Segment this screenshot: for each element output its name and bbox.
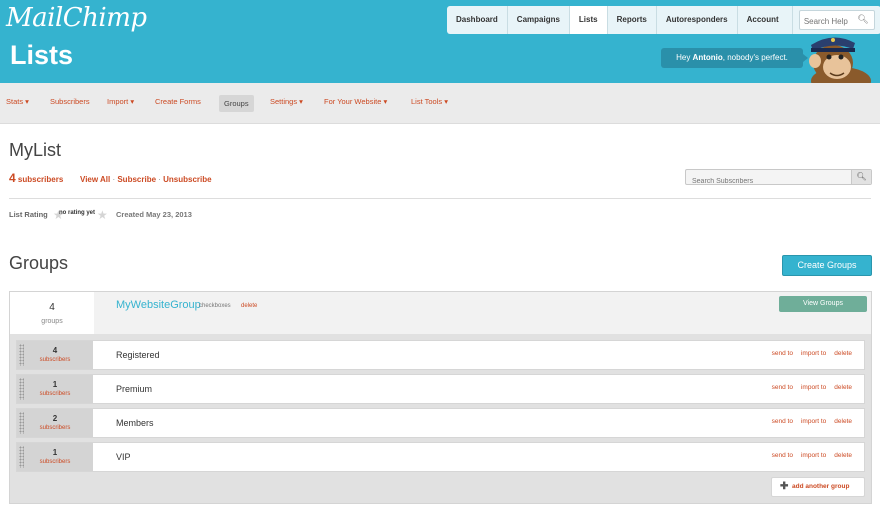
- subscriber-count-number: 4: [9, 171, 16, 185]
- group-header: 4 groups MyWebsiteGroup checkboxes delet…: [10, 292, 871, 334]
- row-actions: send to import to delete: [764, 350, 852, 357]
- row-name[interactable]: Registered: [116, 350, 160, 360]
- top-header: MailChimp Dashboard Campaigns Lists Repo…: [0, 0, 880, 83]
- rating-value: no rating yet: [59, 210, 96, 216]
- row-count-box: 4 subscribers: [17, 341, 93, 369]
- nav-reports[interactable]: Reports: [608, 6, 657, 34]
- send-to-link[interactable]: send to: [772, 384, 793, 391]
- nav-lists[interactable]: Lists: [569, 6, 608, 34]
- subnav-subscribers[interactable]: Subscribers: [50, 97, 90, 106]
- divider: [9, 198, 871, 199]
- subscribe-link[interactable]: Subscribe: [117, 175, 156, 184]
- delete-link[interactable]: delete: [834, 350, 852, 357]
- greeting-bubble: Hey Antonio, nobody's perfect.: [661, 48, 808, 68]
- delete-link[interactable]: delete: [834, 452, 852, 459]
- view-groups-button[interactable]: View Groups: [779, 296, 867, 312]
- list-name: MyList: [9, 140, 62, 160]
- row-count: 4: [52, 346, 58, 355]
- nav-campaigns[interactable]: Campaigns: [508, 6, 570, 34]
- import-to-link[interactable]: import to: [801, 418, 826, 425]
- row-count: 1: [52, 448, 58, 457]
- page-title: Lists: [10, 40, 74, 70]
- main-nav: Dashboard Campaigns Lists Reports Autore…: [447, 6, 880, 34]
- group-row: 2 subscribers Members send to import to de…: [16, 408, 865, 438]
- import-to-link[interactable]: import to: [801, 384, 826, 391]
- subnav-stats[interactable]: Stats ▾: [6, 97, 29, 106]
- created-date: Created May 23, 2013: [116, 210, 192, 219]
- nav-dashboard[interactable]: Dashboard: [447, 6, 508, 34]
- help-search: 🔍︎: [798, 10, 875, 31]
- group-count-box: 4 groups: [10, 292, 94, 334]
- greeting-name: Antonio: [692, 53, 723, 62]
- import-to-link[interactable]: import to: [801, 452, 826, 459]
- row-count: 2: [52, 414, 58, 423]
- view-all-link[interactable]: View All: [80, 175, 110, 184]
- create-groups-button[interactable]: Create Groups: [782, 255, 872, 276]
- subscriber-search-input[interactable]: [686, 174, 846, 189]
- row-count-label[interactable]: subscribers: [17, 391, 93, 397]
- greeting-prefix: Hey: [676, 53, 693, 62]
- list-subnav: Stats ▾ Subscribers Import ▾ Create Form…: [0, 83, 880, 124]
- row-name[interactable]: VIP: [116, 452, 131, 462]
- group-name[interactable]: MyWebsiteGroup: [116, 299, 201, 311]
- plus-icon: ✚: [780, 481, 789, 492]
- subnav-groups[interactable]: Groups: [219, 95, 254, 112]
- send-to-link[interactable]: send to: [772, 452, 793, 459]
- subscriber-count[interactable]: 4 subscribers: [9, 171, 63, 185]
- group-row: 1 subscribers Premium send to import to de…: [16, 374, 865, 404]
- row-count-box: 1 subscribers: [17, 375, 93, 403]
- subscriber-search: 🔍︎: [685, 169, 872, 189]
- group-row: 4 subscribers Registered send to import t…: [16, 340, 865, 370]
- delete-link[interactable]: delete: [834, 418, 852, 425]
- chimp-mascot-icon: [809, 37, 871, 83]
- groups-heading: Groups: [9, 253, 69, 273]
- add-another-group-button[interactable]: ✚ add another group: [771, 477, 865, 497]
- unsubscribe-link[interactable]: Unsubscribe: [163, 175, 211, 184]
- row-count: 1: [52, 380, 58, 389]
- group-count: 4: [49, 302, 55, 313]
- star-icon: ★: [97, 208, 108, 222]
- row-count-label[interactable]: subscribers: [17, 357, 93, 363]
- search-icon[interactable]: 🔍︎: [851, 170, 871, 184]
- send-to-link[interactable]: send to: [772, 418, 793, 425]
- list-links: View All · Subscribe · Unsubscribe: [80, 175, 212, 184]
- group-panel: 4 groups MyWebsiteGroup checkboxes delet…: [9, 291, 872, 504]
- add-group-label: add another group: [792, 483, 850, 490]
- subnav-for-your-website[interactable]: For Your Website ▾: [324, 97, 387, 106]
- group-type: checkboxes: [199, 303, 231, 309]
- row-actions: send to import to delete: [764, 418, 852, 425]
- nav-account[interactable]: Account ▾: [738, 6, 793, 34]
- row-actions: send to import to delete: [764, 384, 852, 391]
- subnav-settings[interactable]: Settings ▾: [270, 97, 303, 106]
- group-delete-link[interactable]: delete: [241, 303, 257, 309]
- group-count-label: groups: [41, 318, 63, 325]
- row-count-label[interactable]: subscribers: [17, 425, 93, 431]
- subnav-import[interactable]: Import ▾: [107, 97, 134, 106]
- row-name[interactable]: Members: [116, 418, 154, 428]
- row-count-box: 1 subscribers: [17, 443, 93, 471]
- rating-stars: ★ ★ no rating yet: [53, 208, 109, 222]
- nav-autoresponders[interactable]: Autoresponders: [657, 6, 738, 34]
- row-name[interactable]: Premium: [116, 384, 152, 394]
- group-row: 1 subscribers VIP send to import to delete: [16, 442, 865, 472]
- row-count-box: 2 subscribers: [17, 409, 93, 437]
- subnav-list-tools[interactable]: List Tools ▾: [411, 97, 448, 106]
- greeting-suffix: , nobody's perfect.: [722, 53, 788, 62]
- row-actions: send to import to delete: [764, 452, 852, 459]
- delete-link[interactable]: delete: [834, 384, 852, 391]
- search-icon[interactable]: 🔍︎: [857, 14, 868, 25]
- subscriber-count-label: subscribers: [15, 175, 64, 184]
- list-rating-label: List Rating: [9, 210, 48, 219]
- import-to-link[interactable]: import to: [801, 350, 826, 357]
- subnav-create-forms[interactable]: Create Forms: [155, 97, 201, 106]
- help-search-input[interactable]: [799, 12, 860, 31]
- row-count-label[interactable]: subscribers: [17, 459, 93, 465]
- send-to-link[interactable]: send to: [772, 350, 793, 357]
- mailchimp-logo[interactable]: MailChimp: [6, 3, 147, 33]
